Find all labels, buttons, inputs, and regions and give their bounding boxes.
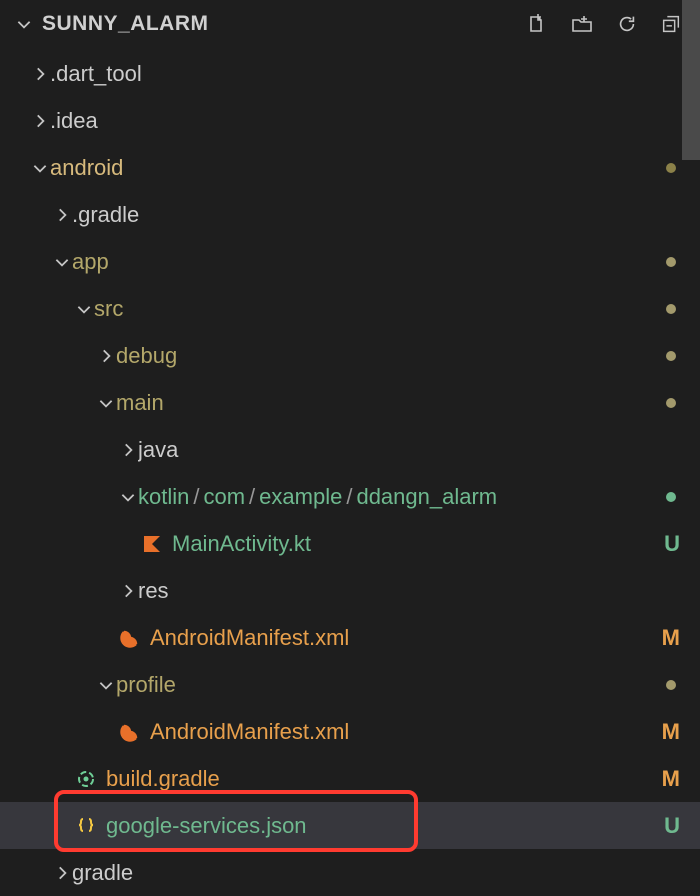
project-title-row[interactable]: SUNNY_ALARM — [14, 12, 209, 36]
file-label: AndroidManifest.xml — [150, 625, 700, 651]
chevron-down-icon — [52, 253, 72, 271]
chevron-down-icon — [14, 15, 34, 33]
folder-profile[interactable]: profile — [0, 661, 700, 708]
git-status-modified: M — [662, 625, 680, 651]
chevron-right-icon — [96, 347, 116, 365]
vertical-scrollbar[interactable] — [682, 0, 700, 160]
git-modified-dot — [666, 163, 676, 173]
folder-gradle-hidden[interactable]: .gradle — [0, 191, 700, 238]
folder-label: profile — [116, 672, 700, 698]
collapse-all-icon[interactable] — [660, 13, 682, 35]
chevron-right-icon — [118, 582, 138, 600]
xml-file-icon — [118, 722, 142, 742]
new-folder-icon[interactable] — [570, 12, 594, 36]
git-modified-dot — [666, 351, 676, 361]
folder-label: .gradle — [72, 202, 700, 228]
git-status-modified: M — [662, 766, 680, 792]
git-modified-dot — [666, 680, 676, 690]
file-main-activity[interactable]: MainActivity.kt U — [0, 520, 700, 567]
chevron-down-icon — [30, 159, 50, 177]
file-label: AndroidManifest.xml — [150, 719, 700, 745]
chevron-down-icon — [96, 676, 116, 694]
chevron-down-icon — [96, 394, 116, 412]
file-tree: .dart_tool .idea android .gradle app src — [0, 48, 700, 896]
folder-label: main — [116, 390, 700, 416]
explorer-actions — [524, 12, 690, 36]
file-google-services[interactable]: google-services.json U — [0, 802, 700, 849]
folder-label: .dart_tool — [50, 61, 700, 87]
folder-java[interactable]: java — [0, 426, 700, 473]
folder-label: java — [138, 437, 700, 463]
folder-kotlin-path[interactable]: kotlin/com/example/ddangn_alarm — [0, 473, 700, 520]
file-android-manifest-main[interactable]: AndroidManifest.xml M — [0, 614, 700, 661]
chevron-right-icon — [30, 112, 50, 130]
project-title: SUNNY_ALARM — [42, 12, 209, 36]
git-untracked-dot — [666, 492, 676, 502]
chevron-down-icon — [118, 488, 138, 506]
git-modified-dot — [666, 398, 676, 408]
git-modified-dot — [666, 257, 676, 267]
chevron-right-icon — [52, 206, 72, 224]
folder-gradle[interactable]: gradle — [0, 849, 700, 896]
xml-file-icon — [118, 628, 142, 648]
folder-android[interactable]: android — [0, 144, 700, 191]
file-label: MainActivity.kt — [172, 531, 700, 557]
folder-label: app — [72, 249, 700, 275]
file-build-gradle[interactable]: build.gradle M — [0, 755, 700, 802]
folder-label: android — [50, 155, 700, 181]
chevron-down-icon — [74, 300, 94, 318]
kotlin-file-icon — [140, 534, 164, 554]
folder-res[interactable]: res — [0, 567, 700, 614]
folder-dart-tool[interactable]: .dart_tool — [0, 50, 700, 97]
folder-label: res — [138, 578, 700, 604]
folder-label: debug — [116, 343, 700, 369]
gradle-file-icon — [74, 769, 98, 789]
folder-src[interactable]: src — [0, 285, 700, 332]
git-status-untracked: U — [664, 531, 680, 557]
folder-app[interactable]: app — [0, 238, 700, 285]
file-label: google-services.json — [106, 813, 700, 839]
file-explorer: SUNNY_ALARM .dart_tool .idea — [0, 0, 700, 882]
git-status-untracked: U — [664, 813, 680, 839]
folder-idea[interactable]: .idea — [0, 97, 700, 144]
file-label: build.gradle — [106, 766, 700, 792]
file-android-manifest-profile[interactable]: AndroidManifest.xml M — [0, 708, 700, 755]
git-modified-dot — [666, 304, 676, 314]
git-status-modified: M — [662, 719, 680, 745]
folder-label: .idea — [50, 108, 700, 134]
folder-main[interactable]: main — [0, 379, 700, 426]
new-file-icon[interactable] — [524, 12, 548, 36]
refresh-icon[interactable] — [616, 13, 638, 35]
json-file-icon — [74, 816, 98, 836]
folder-debug[interactable]: debug — [0, 332, 700, 379]
folder-path-label: kotlin/com/example/ddangn_alarm — [138, 484, 700, 510]
chevron-right-icon — [118, 441, 138, 459]
folder-label: src — [94, 296, 700, 322]
explorer-header: SUNNY_ALARM — [0, 0, 700, 48]
chevron-right-icon — [52, 864, 72, 882]
chevron-right-icon — [30, 65, 50, 83]
